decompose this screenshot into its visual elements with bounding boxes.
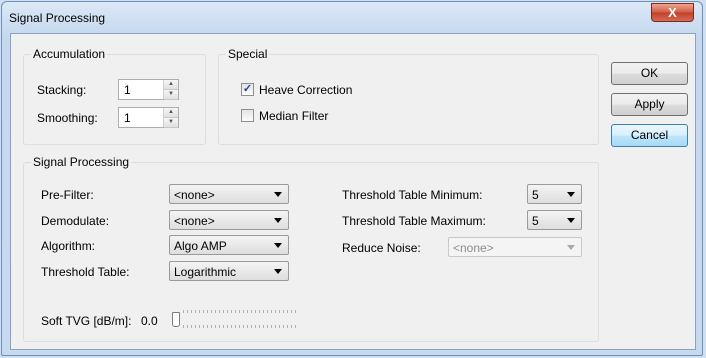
chevron-down-icon: [567, 245, 575, 250]
spin-up-icon[interactable]: ▲: [164, 108, 178, 118]
dialog-client: Accumulation Stacking: 1 ▲ ▼ Smoothing: …: [10, 33, 696, 350]
spin-down-icon[interactable]: ▼: [164, 118, 178, 128]
apply-button[interactable]: Apply: [611, 93, 688, 116]
threshold-min-value: 5: [532, 188, 539, 202]
chevron-down-icon: [274, 192, 282, 197]
reduce-noise-select[interactable]: <none>: [448, 237, 582, 257]
soft-tvg-value: 0.0: [141, 314, 158, 328]
spin-down-icon[interactable]: ▼: [164, 90, 178, 100]
demodulate-value: <none>: [174, 214, 215, 228]
median-filter-checkbox[interactable]: [241, 109, 254, 122]
close-button[interactable]: X: [651, 3, 694, 22]
smoothing-spin-buttons: ▲ ▼: [163, 108, 178, 128]
soft-tvg-slider[interactable]: [169, 308, 301, 330]
reduce-noise-value: <none>: [453, 241, 494, 255]
algorithm-label: Algorithm:: [41, 239, 96, 253]
threshold-max-value: 5: [532, 214, 539, 228]
ok-button[interactable]: OK: [611, 62, 688, 85]
stacking-label: Stacking:: [37, 83, 87, 97]
threshold-min-select[interactable]: 5: [527, 184, 582, 204]
prefilter-label: Pre-Filter:: [41, 188, 94, 202]
threshold-max-label: Threshold Table Maximum:: [342, 214, 486, 228]
smoothing-spinner[interactable]: 1 ▲ ▼: [118, 107, 179, 128]
title-bar[interactable]: Signal Processing X: [2, 2, 702, 34]
demodulate-select[interactable]: <none>: [169, 210, 289, 230]
spin-up-icon[interactable]: ▲: [164, 80, 178, 90]
chevron-down-icon: [274, 218, 282, 223]
chevron-down-icon: [567, 218, 575, 223]
smoothing-label: Smoothing:: [37, 111, 98, 125]
soft-tvg-label: Soft TVG [dB/m]:: [41, 314, 132, 328]
algorithm-select[interactable]: Algo AMP: [169, 235, 289, 255]
accumulation-group-label: Accumulation: [31, 47, 108, 61]
demodulate-label: Demodulate:: [41, 214, 110, 228]
chevron-down-icon: [567, 192, 575, 197]
reduce-noise-label: Reduce Noise:: [342, 241, 421, 255]
special-group: Special: [218, 47, 599, 145]
stacking-spinner[interactable]: 1 ▲ ▼: [118, 79, 179, 100]
threshold-table-select[interactable]: Logarithmic: [169, 261, 289, 281]
stacking-spin-buttons: ▲ ▼: [163, 80, 178, 100]
heave-correction-label[interactable]: Heave Correction: [259, 83, 352, 97]
heave-correction-checkbox[interactable]: ✓: [241, 83, 254, 96]
signal-processing-group-label: Signal Processing: [31, 155, 132, 169]
slider-thumb[interactable]: [172, 312, 180, 327]
chevron-down-icon: [274, 243, 282, 248]
chevron-down-icon: [274, 269, 282, 274]
slider-ticks-bottom: [183, 325, 299, 328]
special-group-label: Special: [226, 47, 270, 61]
window-title: Signal Processing: [9, 11, 106, 25]
median-filter-label[interactable]: Median Filter: [259, 109, 328, 123]
prefilter-value: <none>: [174, 188, 215, 202]
stacking-value[interactable]: 1: [124, 83, 131, 97]
algorithm-value: Algo AMP: [174, 239, 227, 253]
threshold-max-select[interactable]: 5: [527, 210, 582, 230]
threshold-table-value: Logarithmic: [174, 265, 237, 279]
prefilter-select[interactable]: <none>: [169, 184, 289, 204]
dialog-window: Signal Processing X Accumulation Stackin…: [1, 1, 703, 356]
threshold-min-label: Threshold Table Minimum:: [342, 188, 483, 202]
threshold-table-label: Threshold Table:: [41, 265, 130, 279]
cancel-button[interactable]: Cancel: [611, 124, 688, 147]
smoothing-value[interactable]: 1: [124, 111, 131, 125]
slider-ticks-top: [183, 310, 299, 313]
